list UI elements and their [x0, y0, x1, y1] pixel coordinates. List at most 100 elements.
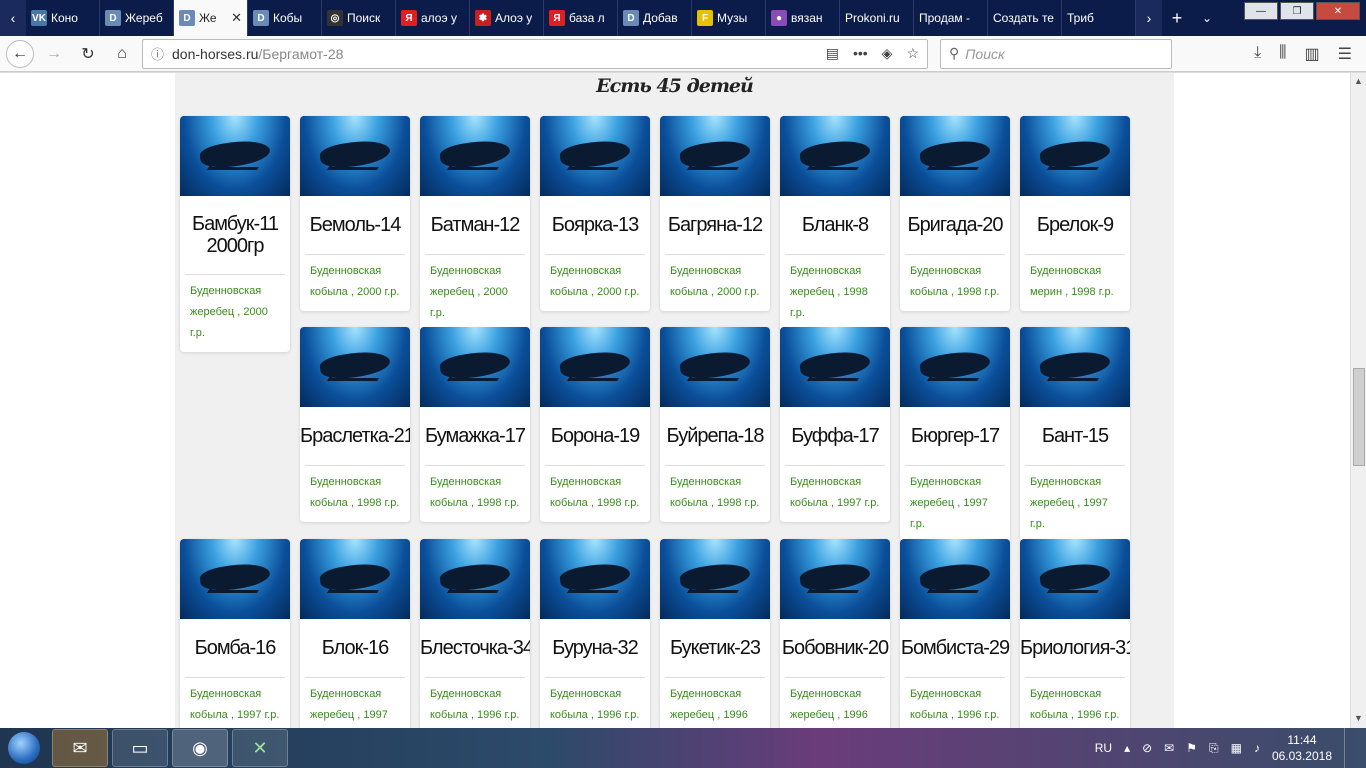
- horse-photo[interactable]: [180, 116, 290, 196]
- explorer-taskbar-icon[interactable]: ▭: [112, 729, 168, 767]
- horse-name-link[interactable]: Борона-19: [540, 425, 650, 447]
- horse-card[interactable]: Бумажка-17 Буденновская кобыла , 1998 г.р.: [420, 327, 530, 522]
- horse-name-link[interactable]: Бобовник-20: [780, 637, 890, 659]
- horse-card[interactable]: Буруна-32 Буденновская кобыла , 1996 г.р.: [540, 539, 650, 728]
- browser-tab[interactable]: D Кобы: [248, 0, 322, 36]
- downloads-icon[interactable]: ⤓: [1254, 44, 1261, 64]
- network-icon[interactable]: ▦: [1231, 741, 1242, 755]
- horse-name-link[interactable]: Бамбук-11: [180, 213, 290, 235]
- url-bar[interactable]: ⓘ don-horses.ru/Бергамот-28 ▤ ••• ◈ ☆: [142, 38, 928, 69]
- horse-name-link[interactable]: Бант-15: [1020, 425, 1130, 447]
- browser-tab[interactable]: ◎ Поиск: [322, 0, 396, 36]
- horse-card[interactable]: Бюргер-17 Буденновская жеребец , 1997 г.р.: [900, 327, 1010, 543]
- close-window-button[interactable]: ✕: [1316, 2, 1360, 20]
- browser-tab[interactable]: Продам -: [914, 0, 988, 36]
- scroll-thumb[interactable]: [1353, 368, 1365, 466]
- restore-button[interactable]: ❐: [1280, 2, 1314, 20]
- scroll-down-icon[interactable]: ▼: [1354, 713, 1363, 723]
- horse-photo[interactable]: [420, 539, 530, 619]
- horse-photo[interactable]: [540, 539, 650, 619]
- horse-name-link[interactable]: Брелок-9: [1020, 214, 1130, 236]
- horse-photo[interactable]: [1020, 116, 1130, 196]
- forward-button[interactable]: →: [40, 40, 68, 68]
- horse-name-link[interactable]: Блок-16: [300, 637, 410, 659]
- horse-name-link[interactable]: Бомба-16: [180, 637, 290, 659]
- horse-photo[interactable]: [1020, 327, 1130, 407]
- horse-name-link[interactable]: Бланк-8: [780, 214, 890, 236]
- horse-name-link[interactable]: Букетик-23: [660, 637, 770, 659]
- horse-name-link[interactable]: Бемоль-14: [300, 214, 410, 236]
- browser-tab[interactable]: Ябаза л: [544, 0, 618, 36]
- horse-card[interactable]: Брелок-9 Буденновская мерин , 1998 г.р.: [1020, 116, 1130, 311]
- horse-name-link[interactable]: Браслетка-21: [300, 425, 410, 447]
- tab-list-button[interactable]: ⌄: [1192, 0, 1222, 36]
- menu-icon[interactable]: ☰: [1338, 44, 1352, 64]
- browser-tab[interactable]: F Музы: [692, 0, 766, 36]
- language-indicator[interactable]: RU: [1095, 741, 1112, 755]
- horse-photo[interactable]: [420, 116, 530, 196]
- browser-tab[interactable]: Яалоэ у: [396, 0, 470, 36]
- horse-card[interactable]: Борона-19 Буденновская кобыла , 1998 г.р.: [540, 327, 650, 522]
- browser-tab[interactable]: ● вязан: [766, 0, 840, 36]
- browser-tab[interactable]: Prokoni.ru: [840, 0, 914, 36]
- horse-card[interactable]: Бомба-16 Буденновская кобыла , 1997 г.р.: [180, 539, 290, 728]
- horse-card[interactable]: Бант-15 Буденновская жеребец , 1997 г.р.: [1020, 327, 1130, 543]
- horse-card[interactable]: Букетик-23 Буденновская жеребец , 1996 г.р…: [660, 539, 770, 728]
- horse-photo[interactable]: [780, 327, 890, 407]
- horse-card[interactable]: Багряна-12 Буденновская кобыла , 2000 г.р.: [660, 116, 770, 311]
- horse-card[interactable]: Боярка-13 Буденновская кобыла , 2000 г.р.: [540, 116, 650, 311]
- firefox-taskbar-icon[interactable]: ◉: [172, 729, 228, 767]
- horse-photo[interactable]: [300, 539, 410, 619]
- horse-card[interactable]: Блесточка-34 Буденновская кобыла , 1996 г.…: [420, 539, 530, 728]
- browser-tab[interactable]: ✽ Алоэ у: [470, 0, 544, 36]
- horse-name-link[interactable]: Бриология-31: [1020, 637, 1130, 659]
- horse-name-link[interactable]: Бюргер-17: [900, 425, 1010, 447]
- scroll-up-icon[interactable]: ▲: [1354, 76, 1363, 86]
- horse-card[interactable]: Бриология-31 Буденновская кобыла , 1996 г.…: [1020, 539, 1130, 728]
- tray-expand-icon[interactable]: ▴: [1124, 741, 1130, 755]
- horse-name-link[interactable]: Боярка-13: [540, 214, 650, 236]
- pocket-icon[interactable]: ◈: [882, 45, 893, 62]
- horse-name-link[interactable]: Бомбиста-29: [900, 637, 1010, 659]
- horse-photo[interactable]: [1020, 539, 1130, 619]
- show-desktop-button[interactable]: [1344, 728, 1356, 768]
- reload-button[interactable]: ↻: [74, 40, 102, 68]
- back-button[interactable]: ←: [6, 39, 34, 68]
- horse-photo[interactable]: [660, 327, 770, 407]
- horse-name-link[interactable]: Буруна-32: [540, 637, 650, 659]
- horse-photo[interactable]: [540, 327, 650, 407]
- browser-tab[interactable]: D Же ✕: [174, 0, 248, 36]
- horse-photo[interactable]: [660, 539, 770, 619]
- horse-card[interactable]: Буйрепа-18 Буденновская кобыла , 1998 г.р.: [660, 327, 770, 522]
- usb-tray-icon[interactable]: ⎘: [1209, 741, 1219, 756]
- vertical-scrollbar[interactable]: ▲ ▼: [1350, 73, 1366, 728]
- horse-name-link[interactable]: Бригада-20: [900, 214, 1010, 236]
- horse-photo[interactable]: [900, 116, 1010, 196]
- horse-photo[interactable]: [540, 116, 650, 196]
- horse-card[interactable]: Бомбиста-29 Буденновская кобыла , 1996 г.р…: [900, 539, 1010, 728]
- search-input[interactable]: ⚲ Поиск: [940, 38, 1172, 69]
- horse-name-link[interactable]: Блесточка-34: [420, 637, 530, 659]
- tabs-scroll-right-button[interactable]: ›: [1136, 0, 1162, 36]
- horse-photo[interactable]: [660, 116, 770, 196]
- horse-card[interactable]: Блок-16 Буденновская жеребец , 1997 г.р.: [300, 539, 410, 728]
- horse-card[interactable]: Бамбук-11 2000гр Буденновская жеребец , 200…: [180, 116, 290, 352]
- horse-card[interactable]: Браслетка-21 Буденновская кобыла , 1998 г.…: [300, 327, 410, 522]
- tabs-scroll-left-button[interactable]: ‹: [0, 0, 26, 36]
- clock[interactable]: 11:44 06.03.2018: [1272, 732, 1332, 764]
- horse-photo[interactable]: [900, 327, 1010, 407]
- horse-card[interactable]: Бемоль-14 Буденновская кобыла , 2000 г.р.: [300, 116, 410, 311]
- start-button[interactable]: [0, 728, 48, 768]
- horse-name-line2[interactable]: 2000гр: [180, 235, 290, 257]
- outlook-taskbar-icon[interactable]: ✉: [52, 729, 108, 767]
- horse-name-link[interactable]: Буффа-17: [780, 425, 890, 447]
- new-tab-button[interactable]: +: [1162, 0, 1192, 36]
- horse-photo[interactable]: [780, 116, 890, 196]
- volume-icon[interactable]: ♪: [1254, 741, 1260, 755]
- sidebar-icon[interactable]: ▥: [1305, 44, 1320, 64]
- flag-tray-icon[interactable]: ⚑: [1186, 741, 1197, 755]
- horse-card[interactable]: Буффа-17 Буденновская кобыла , 1997 г.р.: [780, 327, 890, 522]
- horse-photo[interactable]: [780, 539, 890, 619]
- horse-name-link[interactable]: Буйрепа-18: [660, 425, 770, 447]
- horse-card[interactable]: Бригада-20 Буденновская кобыла , 1998 г.р.: [900, 116, 1010, 311]
